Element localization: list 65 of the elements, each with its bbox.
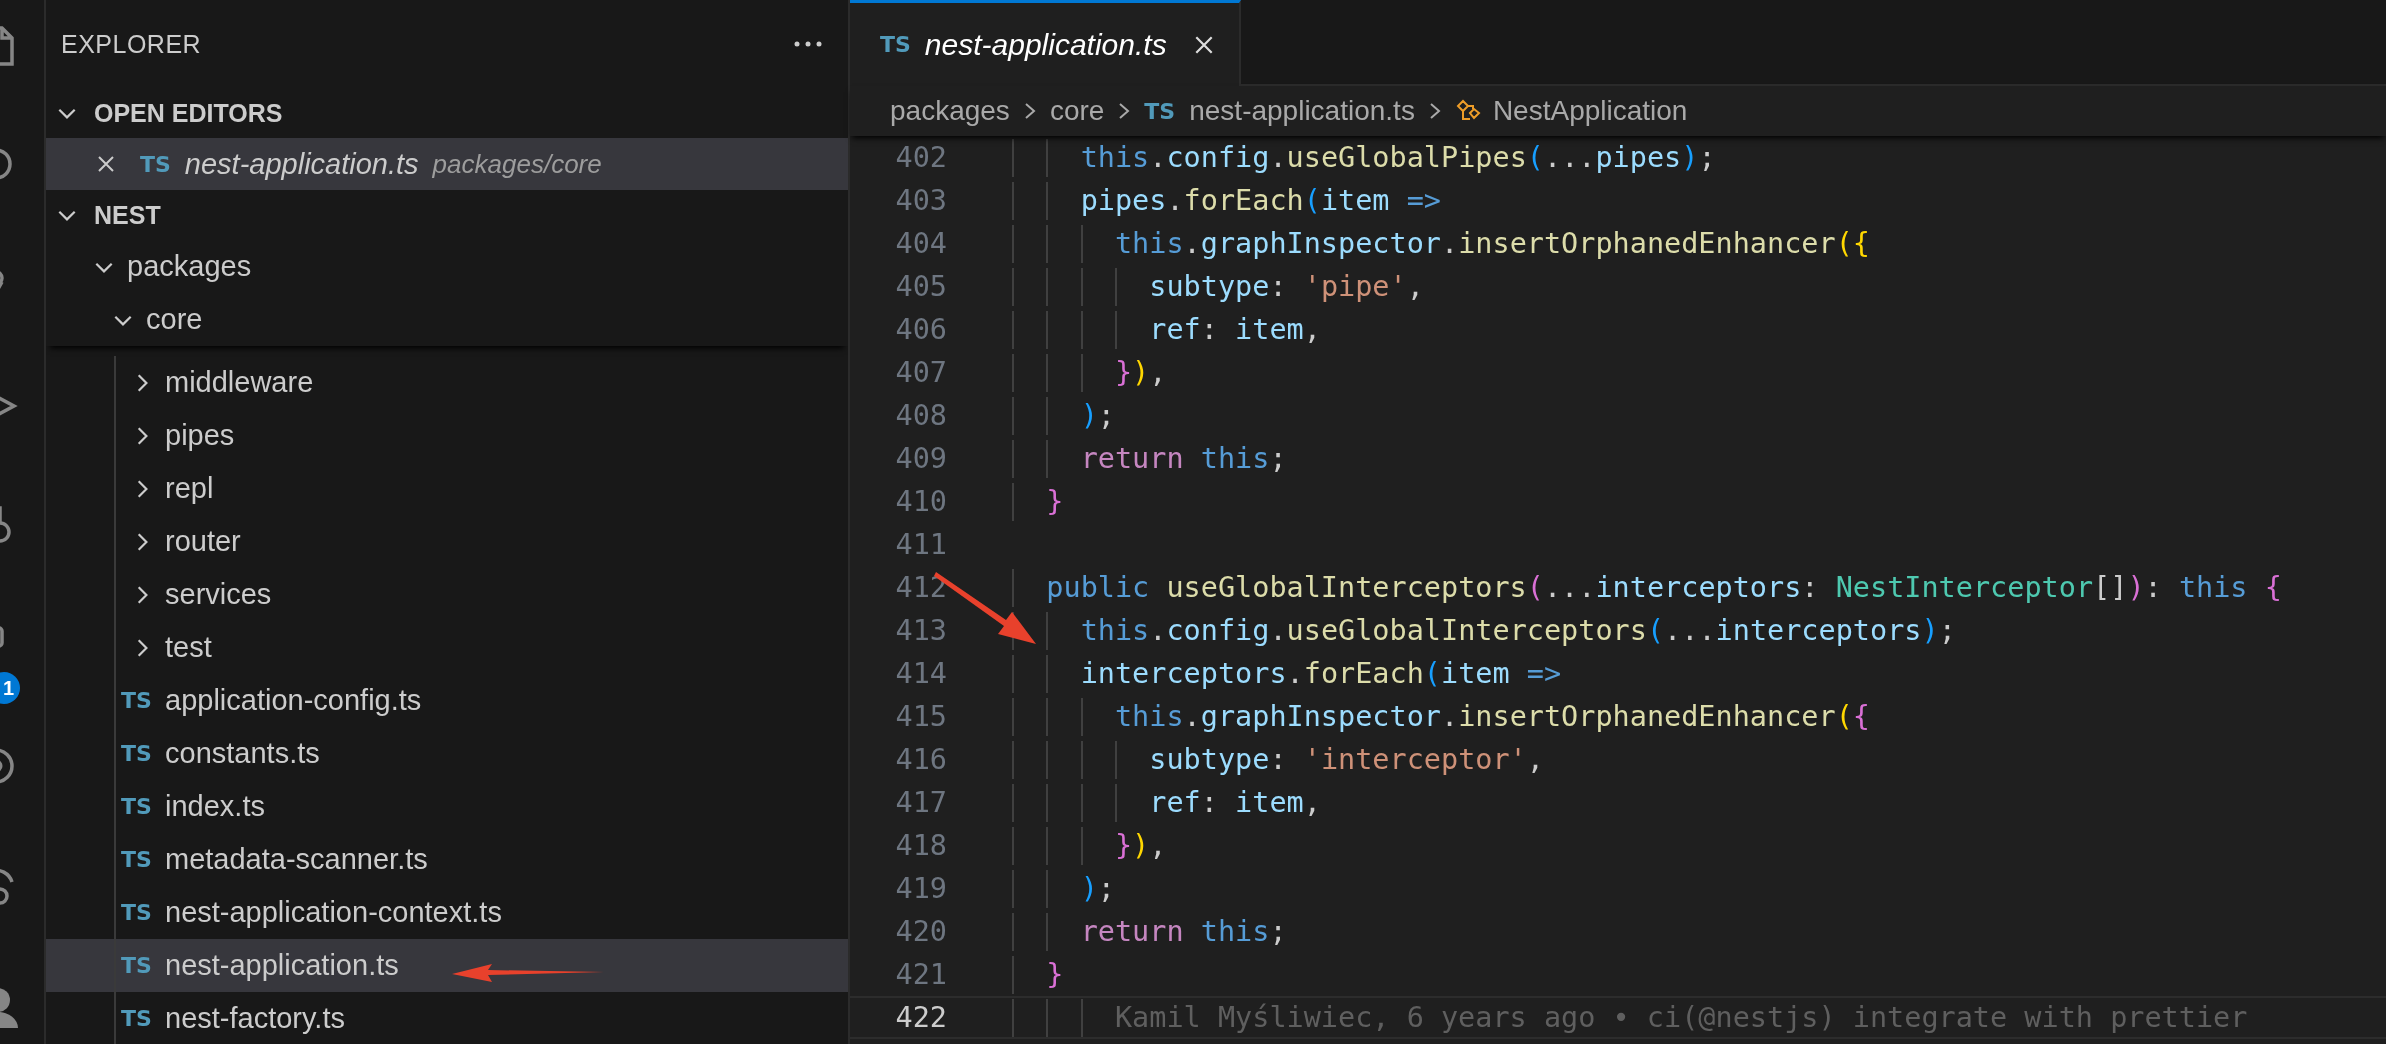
code-line: interceptors.forEach(item => — [1012, 654, 1562, 693]
file-item[interactable]: TS application-config.ts — [46, 674, 848, 727]
file-item[interactable]: TS nest-application.ts — [46, 939, 848, 992]
line-number: 420 — [894, 915, 947, 948]
open-editor-item[interactable]: TS nest-application.ts packages/core — [46, 138, 848, 190]
code-line: return this; — [1012, 439, 1287, 478]
breadcrumb-item[interactable]: packages — [890, 95, 1010, 127]
code-line: } — [1012, 955, 1064, 994]
file-item[interactable]: TS nest-factory.ts — [46, 992, 848, 1044]
line-number: 408 — [894, 399, 947, 432]
more-actions-icon[interactable] — [792, 40, 824, 48]
folder-item[interactable]: services — [46, 568, 848, 621]
line-number: 422 — [894, 1001, 947, 1034]
folder-item[interactable]: core — [46, 293, 848, 346]
code-line: this.config.useGlobalPipes(...pipes); — [1012, 138, 1716, 177]
chevron-icon — [1118, 101, 1131, 121]
code-line: subtype: 'pipe', — [1012, 267, 1424, 306]
folder-item[interactable]: router — [46, 515, 848, 568]
line-number: 407 — [894, 356, 947, 389]
file-item[interactable]: TS nest-application-context.ts — [46, 886, 848, 939]
line-number: 415 — [894, 700, 947, 733]
file-item[interactable]: TS metadata-scanner.ts — [46, 833, 848, 886]
sidebar-title: EXPLORER — [61, 29, 202, 59]
line-number: 418 — [894, 829, 947, 862]
folder-item[interactable]: repl — [46, 462, 848, 515]
line-number: 404 — [894, 227, 947, 260]
line-number: 410 — [894, 485, 947, 518]
line-number: 416 — [894, 743, 947, 776]
folder-item[interactable]: middleware — [46, 356, 848, 409]
line-number: 406 — [894, 313, 947, 346]
breadcrumb-item[interactable]: TS nest-application.ts — [1144, 95, 1415, 127]
close-icon[interactable] — [96, 154, 116, 174]
line-number: 413 — [894, 614, 947, 647]
editor-tab[interactable]: TS nest-application.ts — [850, 0, 1241, 86]
code-line: pipes.forEach(item => — [1012, 181, 1441, 220]
breadcrumb-item[interactable]: NestApplication — [1454, 95, 1688, 127]
code-line: public useGlobalInterceptors(...interceptors: NestInterceptor[]): this { — [1012, 568, 2282, 607]
section-header[interactable]: NEST — [46, 190, 848, 240]
line-number: 417 — [894, 786, 947, 819]
code-line: } — [1012, 482, 1064, 521]
folder-item[interactable]: packages — [46, 240, 848, 293]
notification-badge: 1 — [0, 672, 20, 704]
section-header[interactable]: OPEN EDITORS — [46, 88, 848, 138]
folder-item[interactable]: test — [46, 621, 848, 674]
line-number: 419 — [894, 872, 947, 905]
chevron-icon — [1428, 101, 1441, 121]
line-number: 414 — [894, 657, 947, 690]
code-line: subtype: 'interceptor', — [1012, 740, 1544, 779]
code-line: return this; — [1012, 912, 1287, 951]
chevron-icon — [1023, 101, 1036, 121]
line-number: 403 — [894, 184, 947, 217]
line-number: 411 — [894, 528, 947, 561]
folder-item[interactable]: pipes — [46, 409, 848, 462]
code-line: Kamil Myśliwiec, 6 years ago • ci(@nestjs) integrate with prettier — [1012, 998, 2248, 1037]
code-line: ref: item, — [1012, 310, 1321, 349]
line-number: 402 — [894, 141, 947, 174]
file-item[interactable]: TS index.ts — [46, 780, 848, 833]
breadcrumb-item[interactable]: core — [1049, 95, 1105, 127]
code-line: ref: item, — [1012, 783, 1321, 822]
line-number: 405 — [894, 270, 947, 303]
code-line: this.graphInspector.insertOrphanedEnhancer({ — [1012, 697, 1870, 736]
file-item[interactable]: TS constants.ts — [46, 727, 848, 780]
line-number: 409 — [894, 442, 947, 475]
code-line: this.graphInspector.insertOrphanedEnhancer({ — [1012, 224, 1870, 263]
line-number: 421 — [894, 958, 947, 991]
